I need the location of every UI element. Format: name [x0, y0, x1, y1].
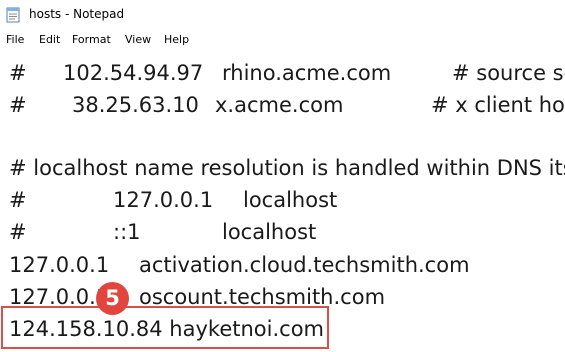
line-2-comment: # x client hos — [431, 93, 565, 117]
line-1-hash: # — [9, 61, 27, 85]
highlight-box — [1, 306, 329, 349]
title-bar: hosts - Notepad — [0, 0, 565, 32]
menu-view[interactable]: View — [125, 33, 151, 46]
menu-edit[interactable]: Edit — [39, 33, 60, 46]
line-4-host: localhost — [243, 188, 338, 212]
line-3-comment: # localhost name resolution is handled w… — [9, 156, 565, 180]
line-6-host: activation.cloud.techsmith.com — [139, 253, 470, 277]
menu-file[interactable]: File — [6, 33, 24, 46]
line-5-ip: ::1 — [113, 220, 141, 244]
line-5-hash: # — [9, 220, 27, 244]
line-1-host: rhino.acme.com — [222, 61, 392, 85]
menu-format[interactable]: Format — [72, 33, 111, 46]
line-1-ip: 102.54.94.97 — [63, 61, 204, 85]
line-5-host: localhost — [222, 220, 317, 244]
line-6-ip: 127.0.0.1 — [9, 253, 110, 277]
line-4-hash: # — [9, 188, 27, 212]
menu-bar: File Edit Format View Help — [0, 31, 565, 51]
menu-help[interactable]: Help — [164, 33, 189, 46]
line-2-ip: 38.25.63.10 — [72, 93, 199, 117]
line-2-hash: # — [9, 93, 27, 117]
notepad-icon — [6, 7, 20, 23]
step-number-badge: 5 — [96, 282, 129, 315]
line-2-host: x.acme.com — [215, 93, 344, 117]
line-1-comment: # source se — [452, 61, 565, 85]
window-title: hosts - Notepad — [29, 7, 125, 21]
line-4-ip: 127.0.0.1 — [113, 188, 214, 212]
